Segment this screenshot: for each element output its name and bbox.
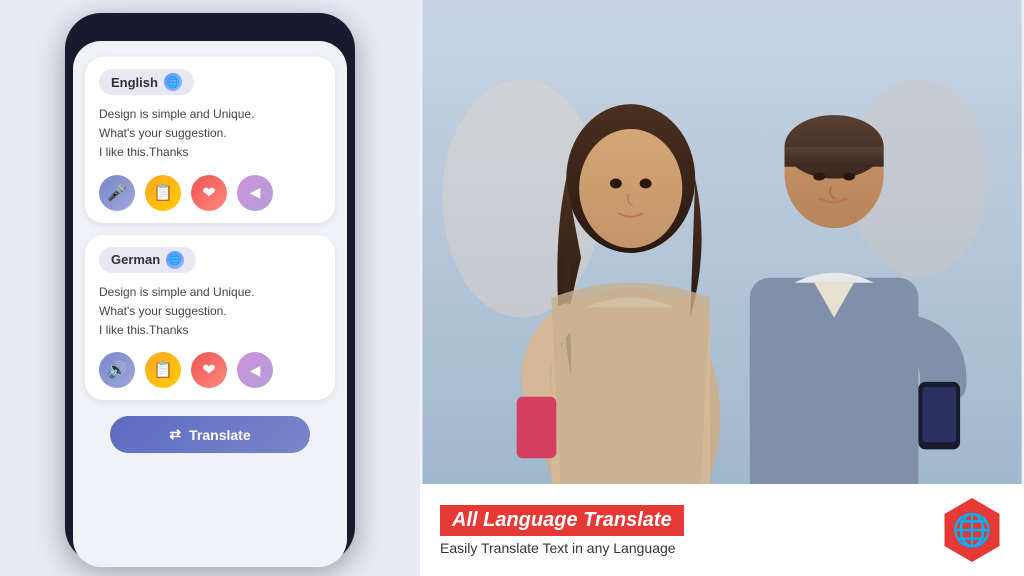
mic-button[interactable]: 🎤 [99,175,135,211]
people-illustration [420,0,1024,496]
target-text: Design is simple and Unique. What's your… [99,283,321,341]
target-globe-icon: 🌐 [166,251,184,269]
share-button-target[interactable]: ◀ [237,352,273,388]
globe-badge-icon: 🌐 [940,498,1004,562]
bottom-banner: All Language Translate Easily Translate … [420,484,1024,576]
target-lang-header: German 🌐 [99,247,321,273]
heart-button-target[interactable]: ❤ [191,352,227,388]
source-language-card: English 🌐 Design is simple and Unique. W… [85,57,335,223]
target-line1: Design is simple and Unique. [99,285,254,299]
speaker-icon: 🔊 [107,360,127,380]
target-language-card: German 🌐 Design is simple and Unique. Wh… [85,235,335,401]
target-action-icons: 🔊 📋 ❤ ◀ [99,352,321,388]
source-action-icons: 🎤 📋 ❤ ◀ [99,175,321,211]
left-panel: English 🌐 Design is simple and Unique. W… [0,0,420,576]
banner-title: All Language Translate [440,505,684,536]
target-line2: What's your suggestion. [99,304,227,318]
banner-text-block: All Language Translate Easily Translate … [440,505,940,556]
share-icon-source: ◀ [250,184,261,201]
source-lang-header: English 🌐 [99,69,321,95]
banner-subtitle: Easily Translate Text in any Language [440,540,940,556]
copy-button-target[interactable]: 📋 [145,352,181,388]
copy-button-source[interactable]: 📋 [145,175,181,211]
share-icon-target: ◀ [250,362,261,379]
globe-symbol: 🌐 [952,511,992,549]
mic-icon: 🎤 [107,183,127,203]
target-line3: I like this.Thanks [99,323,188,337]
translate-label: Translate [189,427,250,443]
source-line3: I like this.Thanks [99,145,188,159]
speaker-button[interactable]: 🔊 [99,352,135,388]
source-line1: Design is simple and Unique. [99,107,254,121]
phone-frame: English 🌐 Design is simple and Unique. W… [65,13,355,563]
copy-icon-source: 📋 [153,183,173,203]
heart-icon-source: ❤ [202,183,215,203]
share-button-source[interactable]: ◀ [237,175,273,211]
heart-icon-target: ❤ [202,360,215,380]
target-lang-badge[interactable]: German 🌐 [99,247,196,273]
right-panel: All Language Translate Easily Translate … [420,0,1024,576]
translate-icon: ⇄ [169,426,181,443]
source-lang-badge[interactable]: English 🌐 [99,69,194,95]
source-lang-label: English [111,75,158,90]
source-globe-icon: 🌐 [164,73,182,91]
source-text: Design is simple and Unique. What's your… [99,105,321,163]
source-line2: What's your suggestion. [99,126,227,140]
heart-button-source[interactable]: ❤ [191,175,227,211]
copy-icon-target: 📋 [153,360,173,380]
phone-notch [180,25,240,33]
target-lang-label: German [111,252,160,267]
phone-screen: English 🌐 Design is simple and Unique. W… [73,41,347,567]
translate-button[interactable]: ⇄ Translate [110,416,310,453]
